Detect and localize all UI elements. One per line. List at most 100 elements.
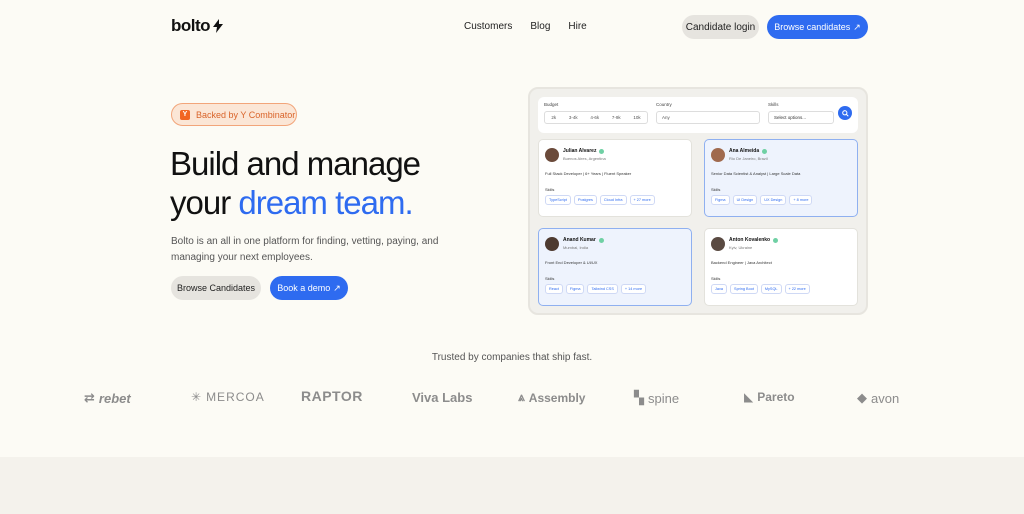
skill-chip: UX Design [760, 195, 787, 205]
budget-option[interactable]: 4-6k [590, 115, 599, 120]
skill-chip: Figma [711, 195, 730, 205]
top-nav: bolto Customers Blog Hire Candidate logi… [0, 0, 1024, 54]
avatar [545, 148, 559, 162]
candidate-card[interactable]: Anton Kovalenko Kyiv, Ukraine Backend En… [704, 228, 858, 306]
candidate-name: Ana Almeida [729, 148, 768, 154]
skill-chips: Java Spring Boot MySQL + 22 more [711, 284, 810, 294]
candidate-login-button[interactable]: Candidate login [682, 15, 759, 39]
hero-headline: Build and manage your dream team. [170, 144, 421, 222]
candidate-location: Mumbai, India [563, 245, 589, 250]
budget-label: Budget [544, 102, 559, 107]
logo-viva-labs: Viva Labs [412, 390, 473, 405]
next-section-band [0, 457, 1024, 514]
browse-candidates-hero-button[interactable]: Browse Candidates [171, 276, 261, 300]
candidate-name: Anand Kumar [563, 237, 604, 243]
skills-heading: Skills [711, 276, 721, 281]
skill-chip: Cloud Infra [599, 195, 627, 205]
skill-chips: TypeScript Postgres Cloud Infra + 27 mor… [545, 195, 655, 205]
skill-chip: Postgres [573, 195, 597, 205]
nav-link-blog[interactable]: Blog [530, 21, 550, 32]
logo-spine: ▚ spine [634, 390, 680, 406]
candidate-card[interactable]: Ana Almeida Rio De Janeiro, Brazil Senio… [704, 139, 858, 217]
avatar [545, 237, 559, 251]
skills-heading: Skills [545, 187, 555, 192]
nav-link-customers[interactable]: Customers [464, 21, 512, 32]
browse-candidates-button[interactable]: Browse candidates ↗ [767, 15, 868, 39]
candidate-role: Backend Engineer | Java Architect [711, 260, 772, 265]
verified-icon [762, 148, 768, 154]
skill-chip: React [545, 284, 563, 294]
verified-icon [598, 237, 604, 243]
candidate-location: Buenos Aires, Argentina [563, 156, 606, 161]
skills-label: Skills [768, 102, 779, 107]
badge-label: Backed by Y Combinator [196, 109, 296, 120]
country-select[interactable]: Any [656, 111, 760, 124]
skill-chip[interactable]: + 22 more [784, 284, 810, 294]
budget-selector[interactable]: 2k 3-4k 4-6k 7-9k 10k [544, 111, 648, 124]
logo-rebet: ⇄ rebet [84, 390, 131, 406]
avatar [711, 148, 725, 162]
nav-link-hire[interactable]: Hire [568, 21, 586, 32]
logo-assembly: ⩓ Assembly [518, 390, 586, 405]
skill-chip: Tailwind CSS [587, 284, 618, 294]
skill-chip: MySQL [760, 284, 782, 294]
budget-option[interactable]: 3-4k [569, 115, 578, 120]
brand-name: bolto [171, 16, 211, 35]
book-demo-button[interactable]: Book a demo ↗ [270, 276, 348, 300]
skills-heading: Skills [711, 187, 721, 192]
search-icon [841, 109, 849, 117]
candidate-role: Senior Data Scientist & Analyst | Large … [711, 171, 801, 176]
candidate-name: Anton Kovalenko [729, 237, 779, 243]
assembly-icon: ⩓ [518, 390, 525, 404]
bolt-icon [213, 19, 224, 33]
trusted-heading: Trusted by companies that ship fast. [431, 352, 593, 363]
skill-chips: Figma UI Design UX Design + 8 more [711, 195, 813, 205]
asterisk-icon: ✳ [191, 390, 203, 404]
skills-heading: Skills [545, 276, 555, 281]
pareto-icon: ◣ [744, 390, 754, 404]
candidate-location: Rio De Janeiro, Brazil [729, 156, 768, 161]
spine-icon: ▚ [634, 390, 644, 405]
skill-chip[interactable]: + 14 more [620, 284, 647, 294]
brand-logo[interactable]: bolto [171, 16, 224, 36]
logo-raptor: RAPTOR [301, 388, 363, 404]
candidate-role: Front End Developer & UI/UX [545, 260, 598, 265]
skills-select[interactable]: Select options... [768, 111, 834, 124]
skill-chip: TypeScript [545, 195, 571, 205]
skill-chip: Java [711, 284, 728, 294]
logo-avon: ◆ avon [857, 390, 900, 406]
candidate-search-preview: Budget 2k 3-4k 4-6k 7-9k 10k Country Any… [528, 87, 868, 315]
yc-badge[interactable]: Y Backed by Y Combinator [171, 103, 297, 126]
candidate-role: Full Stack Developer | 6+ Years | Fluent… [545, 171, 632, 176]
arrow-up-right-icon: ↗ [333, 282, 341, 293]
country-label: Country [656, 102, 672, 107]
candidate-card[interactable]: Anand Kumar Mumbai, India Front End Deve… [538, 228, 692, 306]
diamond-icon: ◆ [857, 390, 867, 405]
skill-chips: React Figma Tailwind CSS + 14 more [545, 284, 647, 294]
candidate-location: Kyiv, Ukraine [729, 245, 753, 250]
budget-option[interactable]: 2k [551, 115, 556, 120]
skill-chip: UI Design [732, 195, 758, 205]
skill-chip: Figma [565, 284, 585, 294]
book-demo-label: Book a demo [277, 283, 331, 293]
filter-bar: Budget 2k 3-4k 4-6k 7-9k 10k Country Any… [538, 97, 858, 133]
skill-chip[interactable]: + 8 more [789, 195, 813, 205]
budget-option[interactable]: 7-9k [612, 115, 621, 120]
skill-chip[interactable]: + 27 more [629, 195, 655, 205]
candidate-name: Julian Alvarez [563, 148, 605, 154]
y-combinator-icon: Y [180, 109, 190, 120]
avatar [711, 237, 725, 251]
candidate-card[interactable]: Julian Alvarez Buenos Aires, Argentina F… [538, 139, 692, 217]
search-button[interactable] [838, 106, 852, 120]
nav-links: Customers Blog Hire [464, 21, 587, 32]
browse-candidates-label: Browse candidates [774, 22, 851, 32]
budget-option[interactable]: 10k [633, 115, 640, 120]
headline-line-1: Build and manage [170, 145, 421, 182]
repeat-icon: ⇄ [84, 390, 95, 405]
logo-pareto: ◣ Pareto [744, 390, 795, 404]
headline-line-2: your dream team. [170, 183, 420, 222]
verified-icon [599, 148, 605, 154]
headline-part-a: your [170, 184, 239, 221]
logo-mercoa: ✳ MERCOA [191, 390, 265, 404]
verified-icon [773, 237, 779, 243]
